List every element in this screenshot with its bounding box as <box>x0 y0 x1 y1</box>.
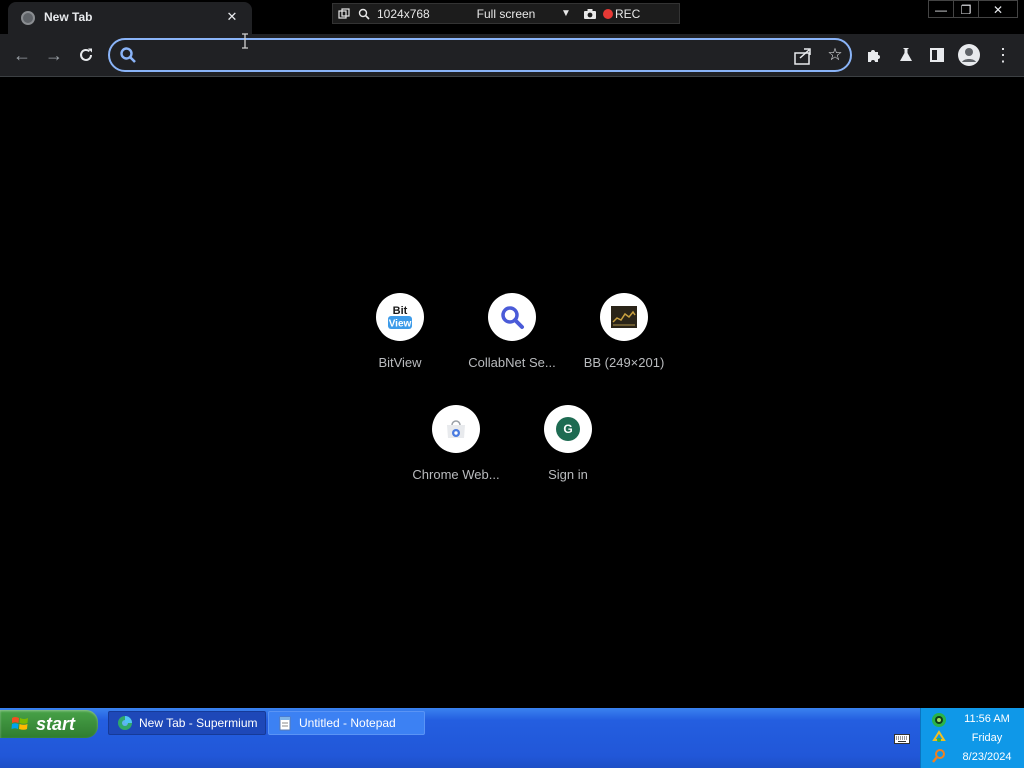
maximize-icon[interactable]: ❐ <box>953 0 979 18</box>
clock-day: Friday <box>971 732 1003 744</box>
title-bar: New Tab ✕ 1024x768 Full screen ▼ REC — ❐… <box>0 0 1024 34</box>
address-bar[interactable]: ☆ <box>108 38 852 72</box>
notepad-icon <box>279 716 291 731</box>
shortcut-label: BB (249×201) <box>583 355 665 370</box>
restore-window-icon[interactable] <box>333 4 355 23</box>
chrome-web-store-icon <box>432 405 480 453</box>
bb-thumbnail-icon <box>600 293 648 341</box>
g-letter-icon: G <box>544 405 592 453</box>
taskbar: start New Tab - Supermium Untitled - Not… <box>0 708 1024 768</box>
shortcut-label: Chrome Web... <box>412 467 500 482</box>
sign-in-g-badge: G <box>556 417 580 441</box>
more-menu-icon[interactable]: ⋮ <box>990 42 1016 68</box>
shortcut-label: Sign in <box>548 467 588 482</box>
side-panel-icon[interactable] <box>924 42 950 68</box>
shortcut-sign-in[interactable]: G Sign in <box>512 405 624 517</box>
bookmark-star-icon[interactable]: ☆ <box>824 44 846 66</box>
window-close-icon[interactable]: ✕ <box>978 0 1018 18</box>
back-arrow-icon[interactable]: ← <box>8 41 36 69</box>
forward-arrow-icon[interactable]: → <box>40 41 68 69</box>
task-label: Untitled - Notepad <box>299 716 396 730</box>
svg-text:View: View <box>389 319 412 330</box>
recorder-resolution: 1024x768 <box>377 6 430 21</box>
tab-favicon-icon <box>21 11 35 25</box>
profile-avatar-icon[interactable] <box>956 42 982 68</box>
shortcut-bitview[interactable]: Bit View BitView <box>344 293 456 405</box>
taskbar-item-notepad[interactable]: Untitled - Notepad <box>268 711 425 735</box>
system-tray: 11:56 AM Friday 8/23/2024 <box>920 708 1024 768</box>
minimize-icon[interactable]: — <box>928 0 954 18</box>
shortcut-chrome-web-store[interactable]: Chrome Web... <box>400 405 512 517</box>
camera-icon[interactable] <box>579 4 601 23</box>
windows-flag-icon <box>11 717 28 730</box>
address-input[interactable] <box>140 44 780 66</box>
taskbar-item-supermium[interactable]: New Tab - Supermium <box>108 711 266 735</box>
search-icon <box>120 47 136 63</box>
shortcut-label: CollabNet Se... <box>468 355 556 370</box>
clock-date: 8/23/2024 <box>962 751 1012 763</box>
search-magnifier-icon <box>488 293 536 341</box>
clock-time[interactable]: 11:56 AM <box>951 713 1023 725</box>
start-label: start <box>36 713 76 734</box>
shortcut-collabnet[interactable]: CollabNet Se... <box>456 293 568 405</box>
tab-title: New Tab <box>44 10 93 24</box>
reload-icon[interactable] <box>72 41 100 69</box>
record-button[interactable]: REC <box>601 4 651 23</box>
supermium-icon <box>118 716 132 730</box>
tab-new-tab[interactable]: New Tab ✕ <box>8 2 252 34</box>
recorder-mode[interactable]: Full screen <box>443 4 553 23</box>
recycle-status-icon[interactable] <box>931 730 947 746</box>
search-tray-icon[interactable] <box>931 748 947 764</box>
extensions-puzzle-icon[interactable] <box>861 42 887 68</box>
shortcut-bb[interactable]: BB (249×201) <box>568 293 680 405</box>
new-tab-page: Bit View BitView CollabNet Se... BB (249… <box>0 78 1024 708</box>
task-label: New Tab - Supermium <box>139 716 258 730</box>
labs-flask-icon[interactable] <box>893 42 919 68</box>
screen-recorder-bar: 1024x768 Full screen ▼ REC <box>332 3 680 24</box>
svg-text:Bit: Bit <box>393 305 408 317</box>
record-label: REC <box>615 6 641 21</box>
tab-close-icon[interactable]: ✕ <box>222 7 242 27</box>
chevron-down-icon[interactable]: ▼ <box>553 4 579 23</box>
shortcut-label: BitView <box>378 355 422 370</box>
bitview-logo-icon: Bit View <box>376 293 424 341</box>
text-cursor-icon <box>242 33 248 49</box>
record-dot-icon <box>603 8 613 19</box>
keyboard-icon[interactable] <box>894 734 910 744</box>
share-icon[interactable] <box>792 45 814 67</box>
browser-toolbar: ← → ☆ ⋮ <box>0 34 1024 77</box>
zoom-icon[interactable] <box>355 4 373 23</box>
start-button[interactable]: start <box>0 710 98 738</box>
network-status-icon[interactable] <box>931 712 947 728</box>
